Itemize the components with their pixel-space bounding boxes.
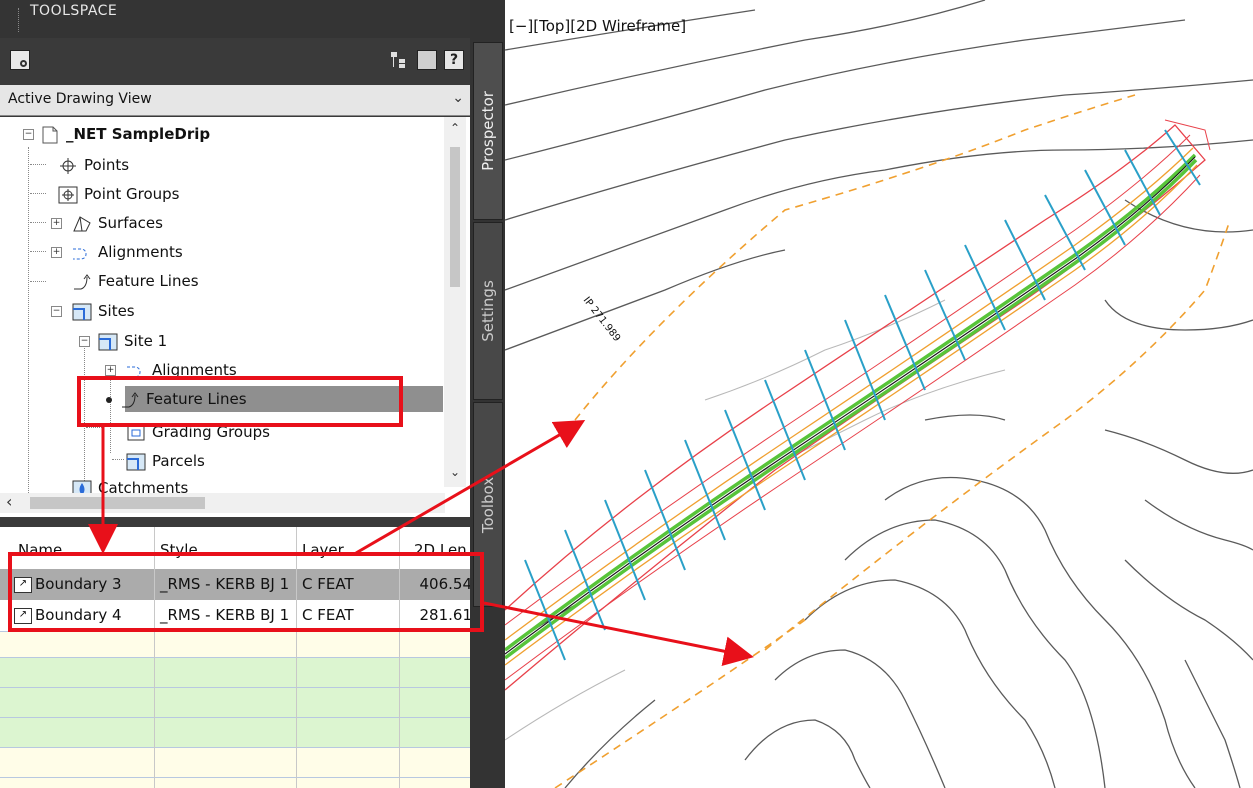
- contour-lines: [505, 0, 1253, 788]
- row-style-cell: _RMS - KERB BJ 1: [160, 606, 290, 624]
- column-header-style[interactable]: Style: [156, 535, 296, 566]
- tree-item-label: Alignments: [98, 243, 183, 261]
- collapse-root-button[interactable]: −: [23, 129, 34, 140]
- tree-item-sites[interactable]: Sites: [72, 298, 135, 324]
- tree-item-label: Site 1: [124, 332, 168, 350]
- tab-prospector[interactable]: Prospector: [473, 42, 503, 220]
- view-select-value: Active Drawing View: [8, 91, 152, 107]
- column-header-layer[interactable]: Layer: [298, 535, 398, 566]
- empty-row: [0, 688, 472, 717]
- row-layer-cell: C FEAT: [302, 575, 354, 593]
- tree-horizontal-scrollbar[interactable]: ‹: [0, 492, 445, 513]
- tree-item-surfaces[interactable]: Surfaces: [72, 210, 163, 236]
- column-header-2d-length[interactable]: 2D Len: [410, 535, 472, 566]
- tree-item-site-alignments[interactable]: Alignments: [126, 357, 237, 383]
- row-name-cell: ↗ Boundary 4: [10, 600, 155, 631]
- toolspace-title: TOOLSPACE: [30, 3, 118, 19]
- tree-hscroll-thumb[interactable]: [30, 497, 205, 509]
- tree-item-root-label: _NET SampleDrip: [66, 125, 211, 143]
- tree-item-points[interactable]: Points: [58, 152, 129, 178]
- tree-item-label: Point Groups: [84, 185, 180, 203]
- tree-vertical-scrollbar[interactable]: ⌃ ⌄: [444, 117, 466, 487]
- tree-item-point-groups[interactable]: Point Groups: [58, 181, 180, 207]
- tree-item-label: Surfaces: [98, 214, 163, 232]
- tree-item-label: Alignments: [152, 361, 237, 379]
- daylight-lines: [554, 94, 1231, 788]
- alignment-icon: [72, 244, 92, 262]
- sites-icon: [72, 303, 92, 321]
- tab-label: Prospector: [479, 91, 497, 171]
- drawing-canvas[interactable]: IP 271.989: [505, 0, 1253, 788]
- column-header-name[interactable]: Name: [14, 535, 154, 566]
- parcels-icon: [126, 453, 146, 471]
- row-layer-cell: C FEAT: [302, 606, 354, 624]
- points-icon: [58, 157, 78, 175]
- tree-item-label: Grading Groups: [152, 423, 270, 441]
- tree-item-label: Feature Lines: [98, 272, 199, 290]
- item-view-icon[interactable]: [417, 50, 437, 70]
- drawing-viewport[interactable]: IP 271.989 [−][Top][2D Wireframe]: [505, 0, 1253, 788]
- item-list-grid: Name Style Layer 2D Len ↗ Boundary 3 _RMS…: [0, 527, 472, 788]
- row-name-cell: ↗ Boundary 3: [10, 569, 155, 600]
- tree-item-root[interactable]: _NET SampleDrip: [40, 121, 210, 147]
- toolspace-side-tabs: Prospector Settings Toolbox: [470, 0, 505, 788]
- corridor: [505, 119, 1211, 691]
- toolspace-titlebar[interactable]: TOOLSPACE: [0, 0, 470, 38]
- tree-item-site-1[interactable]: Site 1: [98, 328, 167, 354]
- prospector-tree: − _NET SampleDrip Points Point Groups + …: [0, 117, 470, 517]
- tree-item-label: Points: [84, 156, 130, 174]
- tree-item-parcels[interactable]: Parcels: [126, 448, 205, 474]
- tab-settings[interactable]: Settings: [473, 222, 503, 400]
- tree-item-label: Sites: [98, 302, 135, 320]
- feature-line-icon: [72, 273, 92, 291]
- collapse-site1-button[interactable]: −: [79, 336, 90, 347]
- document-icon: [40, 126, 60, 144]
- expand-site-alignments-button[interactable]: +: [105, 365, 116, 376]
- surface-icon: [72, 215, 92, 233]
- row-name: Boundary 3: [35, 575, 122, 593]
- empty-row: [0, 718, 472, 747]
- tree-item-alignments[interactable]: Alignments: [72, 239, 183, 265]
- tree-item-feature-lines[interactable]: Feature Lines: [72, 268, 199, 294]
- point-groups-icon: [58, 186, 78, 204]
- alignment-icon: [126, 362, 146, 380]
- tab-label: Toolbox: [479, 476, 497, 533]
- drawing-icon[interactable]: [10, 50, 30, 70]
- help-icon[interactable]: ?: [444, 50, 464, 70]
- row-length-cell: 406.54: [419, 575, 473, 593]
- feature-line-icon: ↗: [14, 576, 32, 593]
- feature-line-icon: [120, 391, 140, 409]
- viewport-controls-label[interactable]: [−][Top][2D Wireframe]: [509, 17, 686, 35]
- empty-row: [0, 658, 472, 687]
- tree-view-icon[interactable]: [389, 50, 409, 70]
- grading-groups-icon: [126, 424, 146, 442]
- scroll-down-icon[interactable]: ⌄: [450, 465, 460, 479]
- view-select[interactable]: Active Drawing View ⌄: [0, 85, 470, 116]
- chevron-down-icon[interactable]: ⌄: [452, 90, 464, 106]
- tree-scroll-thumb[interactable]: [450, 147, 460, 287]
- tree-item-label: Feature Lines: [146, 390, 247, 408]
- expand-alignments-button[interactable]: +: [51, 247, 62, 258]
- scroll-up-icon[interactable]: ⌃: [450, 121, 460, 135]
- tree-item-site-feature-lines[interactable]: Feature Lines: [106, 386, 247, 412]
- site-icon: [98, 333, 118, 351]
- expand-surfaces-button[interactable]: +: [51, 218, 62, 229]
- tab-label: Settings: [479, 280, 497, 342]
- scroll-left-icon[interactable]: ‹: [6, 492, 12, 511]
- row-name: Boundary 4: [35, 606, 122, 624]
- current-bullet-icon: [106, 396, 112, 403]
- collapse-sites-button[interactable]: −: [51, 306, 62, 317]
- toolspace-toolbar: ?: [0, 38, 470, 84]
- tree-item-label: Parcels: [152, 452, 205, 470]
- row-length-cell: 281.61: [419, 606, 473, 624]
- tab-toolbox[interactable]: Toolbox: [473, 402, 503, 607]
- panel-grip[interactable]: [18, 8, 21, 32]
- tree-item-grading-groups[interactable]: Grading Groups: [126, 419, 270, 445]
- pane-splitter[interactable]: [0, 517, 470, 527]
- feature-line-icon: ↗: [14, 607, 32, 624]
- row-style-cell: _RMS - KERB BJ 1: [160, 575, 290, 593]
- toolspace-panel: TOOLSPACE ? Active Drawing View ⌄ − _NET…: [0, 0, 505, 788]
